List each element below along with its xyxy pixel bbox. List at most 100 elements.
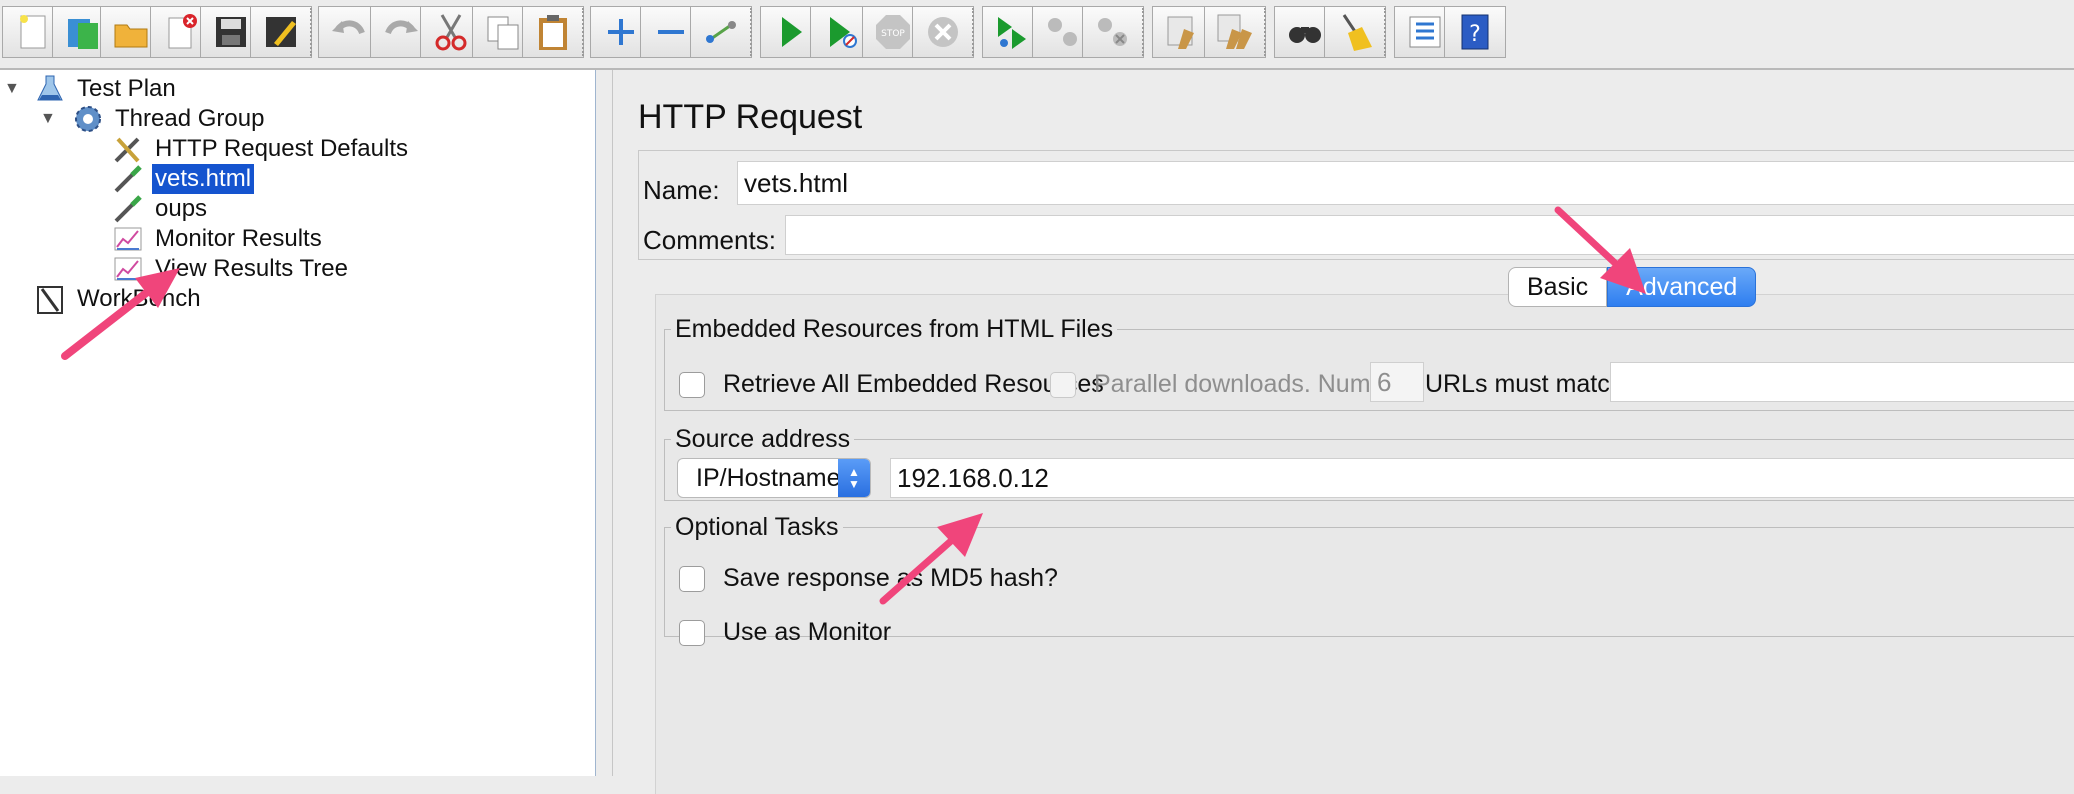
source-address-legend: Source address bbox=[675, 425, 851, 453]
close-icon bbox=[168, 14, 197, 49]
redo-icon bbox=[385, 20, 418, 35]
remote-exit-icon bbox=[1098, 18, 1127, 46]
retrieve-embedded-checkbox-row[interactable]: Retrieve All Embedded Resources bbox=[679, 370, 1104, 399]
tab-bar: Basic Advanced bbox=[1508, 267, 1757, 309]
advanced-tab-content: Embedded Resources from HTML Files Retri… bbox=[655, 294, 2074, 794]
open-icon bbox=[114, 24, 148, 48]
parallel-downloads-checkbox bbox=[1050, 371, 1076, 398]
expand-arrow-icon[interactable]: ▼ bbox=[40, 110, 56, 128]
toolbar-separator bbox=[1142, 8, 1144, 56]
toolbar-separator bbox=[1384, 8, 1386, 56]
http-request-panel: HTTP Request Name: Comments: Embedded Re… bbox=[613, 70, 2074, 794]
shutdown-icon bbox=[928, 17, 958, 47]
shutdown-button[interactable] bbox=[912, 6, 974, 58]
workbench-icon bbox=[37, 286, 63, 314]
toolbar-separator bbox=[750, 8, 752, 56]
optional-tasks-legend: Optional Tasks bbox=[675, 513, 839, 541]
source-address-type-value: IP/Hostname bbox=[696, 463, 841, 492]
toolbar-separator bbox=[972, 8, 974, 56]
reset-search-icon bbox=[1342, 14, 1372, 51]
source-address-type-select[interactable]: IP/Hostname ▲ ▼ bbox=[677, 458, 871, 498]
page-title: HTTP Request bbox=[638, 98, 863, 136]
toggle-icon bbox=[706, 21, 736, 43]
select-arrows-icon: ▲ ▼ bbox=[838, 459, 870, 497]
md5-hash-checkbox-row[interactable]: Save response as MD5 hash? bbox=[679, 564, 1058, 593]
name-field[interactable] bbox=[737, 161, 2074, 205]
source-address-group: Source address IP/Hostname ▲ ▼ bbox=[664, 425, 2074, 501]
tree-item-view-results-tree[interactable]: View Results Tree bbox=[112, 252, 351, 286]
save-as-icon bbox=[266, 17, 296, 47]
parallel-downloads-label: Parallel downloads. Number: bbox=[1094, 370, 1414, 398]
gear-icon bbox=[75, 106, 101, 132]
cut-icon bbox=[435, 14, 467, 51]
paste-button[interactable] bbox=[522, 6, 584, 58]
tree-item-oups[interactable]: oups bbox=[112, 192, 210, 226]
md5-hash-label: Save response as MD5 hash? bbox=[723, 564, 1058, 592]
toolbar: STOP ? bbox=[0, 0, 2074, 70]
test-plan-tree: ▼ Test Plan ▼ Thread Group HTTP Request … bbox=[0, 70, 596, 776]
clear-icon bbox=[1167, 16, 1194, 49]
retrieve-embedded-label: Retrieve All Embedded Resources bbox=[723, 370, 1104, 398]
tree-item-vets-html[interactable]: vets.html bbox=[112, 162, 255, 196]
name-label: Name: bbox=[643, 175, 720, 205]
start-icon bbox=[782, 17, 802, 47]
tools-icon bbox=[114, 137, 140, 163]
tree-item-monitor-results[interactable]: Monitor Results bbox=[112, 222, 325, 256]
save-as-button[interactable] bbox=[250, 6, 312, 58]
parallel-downloads-checkbox-row: Parallel downloads. Number: bbox=[1050, 370, 1414, 399]
help-button[interactable]: ? bbox=[1444, 6, 1506, 58]
tree-item-thread-group[interactable]: Thread Group bbox=[72, 102, 267, 136]
graph-icon bbox=[114, 227, 142, 251]
expand-icon bbox=[608, 19, 634, 45]
save-icon bbox=[216, 17, 246, 47]
reset-search-button[interactable] bbox=[1324, 6, 1386, 58]
embedded-resources-legend: Embedded Resources from HTML Files bbox=[675, 315, 1114, 343]
pipette-icon bbox=[114, 195, 142, 223]
paste-icon bbox=[539, 15, 567, 50]
retrieve-embedded-checkbox[interactable] bbox=[679, 371, 705, 398]
source-address-input[interactable] bbox=[890, 458, 2074, 498]
copy-icon bbox=[487, 16, 519, 50]
toggle-button[interactable] bbox=[690, 6, 752, 58]
remote-start-icon bbox=[998, 17, 1026, 49]
svg-text:STOP: STOP bbox=[881, 29, 905, 39]
tab-advanced[interactable]: Advanced bbox=[1607, 267, 1757, 307]
toolbar-separator bbox=[310, 8, 312, 56]
clear-all-button[interactable] bbox=[1204, 6, 1266, 58]
name-comments-box: Name: Comments: bbox=[638, 150, 2074, 260]
remote-stop-icon bbox=[1048, 18, 1077, 46]
graph-icon bbox=[114, 257, 142, 281]
templates-icon bbox=[68, 19, 98, 49]
new-icon bbox=[20, 15, 46, 49]
search-icon bbox=[1289, 27, 1321, 43]
clear-all-icon bbox=[1217, 14, 1252, 49]
toolbar-separator bbox=[1264, 8, 1266, 56]
use-as-monitor-label: Use as Monitor bbox=[723, 618, 892, 646]
toolbar-separator bbox=[582, 8, 584, 56]
use-as-monitor-checkbox[interactable] bbox=[679, 619, 705, 646]
use-as-monitor-checkbox-row[interactable]: Use as Monitor bbox=[679, 618, 891, 647]
undo-icon bbox=[332, 20, 365, 35]
urls-must-match-input[interactable] bbox=[1610, 362, 2074, 402]
embedded-resources-group: Embedded Resources from HTML Files Retri… bbox=[664, 315, 2074, 411]
start-no-pause-icon bbox=[830, 17, 857, 48]
split-pane-divider[interactable] bbox=[596, 70, 613, 776]
svg-text:?: ? bbox=[1469, 22, 1481, 47]
tree-item-workbench[interactable]: WorkBench bbox=[34, 282, 204, 316]
md5-hash-checkbox[interactable] bbox=[679, 565, 705, 592]
help-icon: ? bbox=[1461, 14, 1489, 50]
stop-icon: STOP bbox=[876, 15, 910, 49]
remote-exit-button[interactable] bbox=[1082, 6, 1144, 58]
comments-field[interactable] bbox=[785, 215, 2074, 255]
expand-arrow-icon[interactable]: ▼ bbox=[4, 80, 20, 98]
tab-basic[interactable]: Basic bbox=[1508, 267, 1608, 307]
urls-must-match-label: URLs must match: bbox=[1425, 370, 1631, 398]
tree-item-http-request-defaults[interactable]: HTTP Request Defaults bbox=[112, 132, 411, 166]
pipette-icon bbox=[114, 165, 142, 193]
optional-tasks-group: Optional Tasks Save response as MD5 hash… bbox=[664, 513, 2074, 646]
parallel-downloads-input bbox=[1370, 362, 1424, 402]
flask-icon bbox=[37, 75, 63, 101]
tree-item-test-plan[interactable]: Test Plan bbox=[34, 72, 179, 106]
comments-label: Comments: bbox=[643, 225, 776, 255]
collapse-icon bbox=[658, 30, 684, 34]
